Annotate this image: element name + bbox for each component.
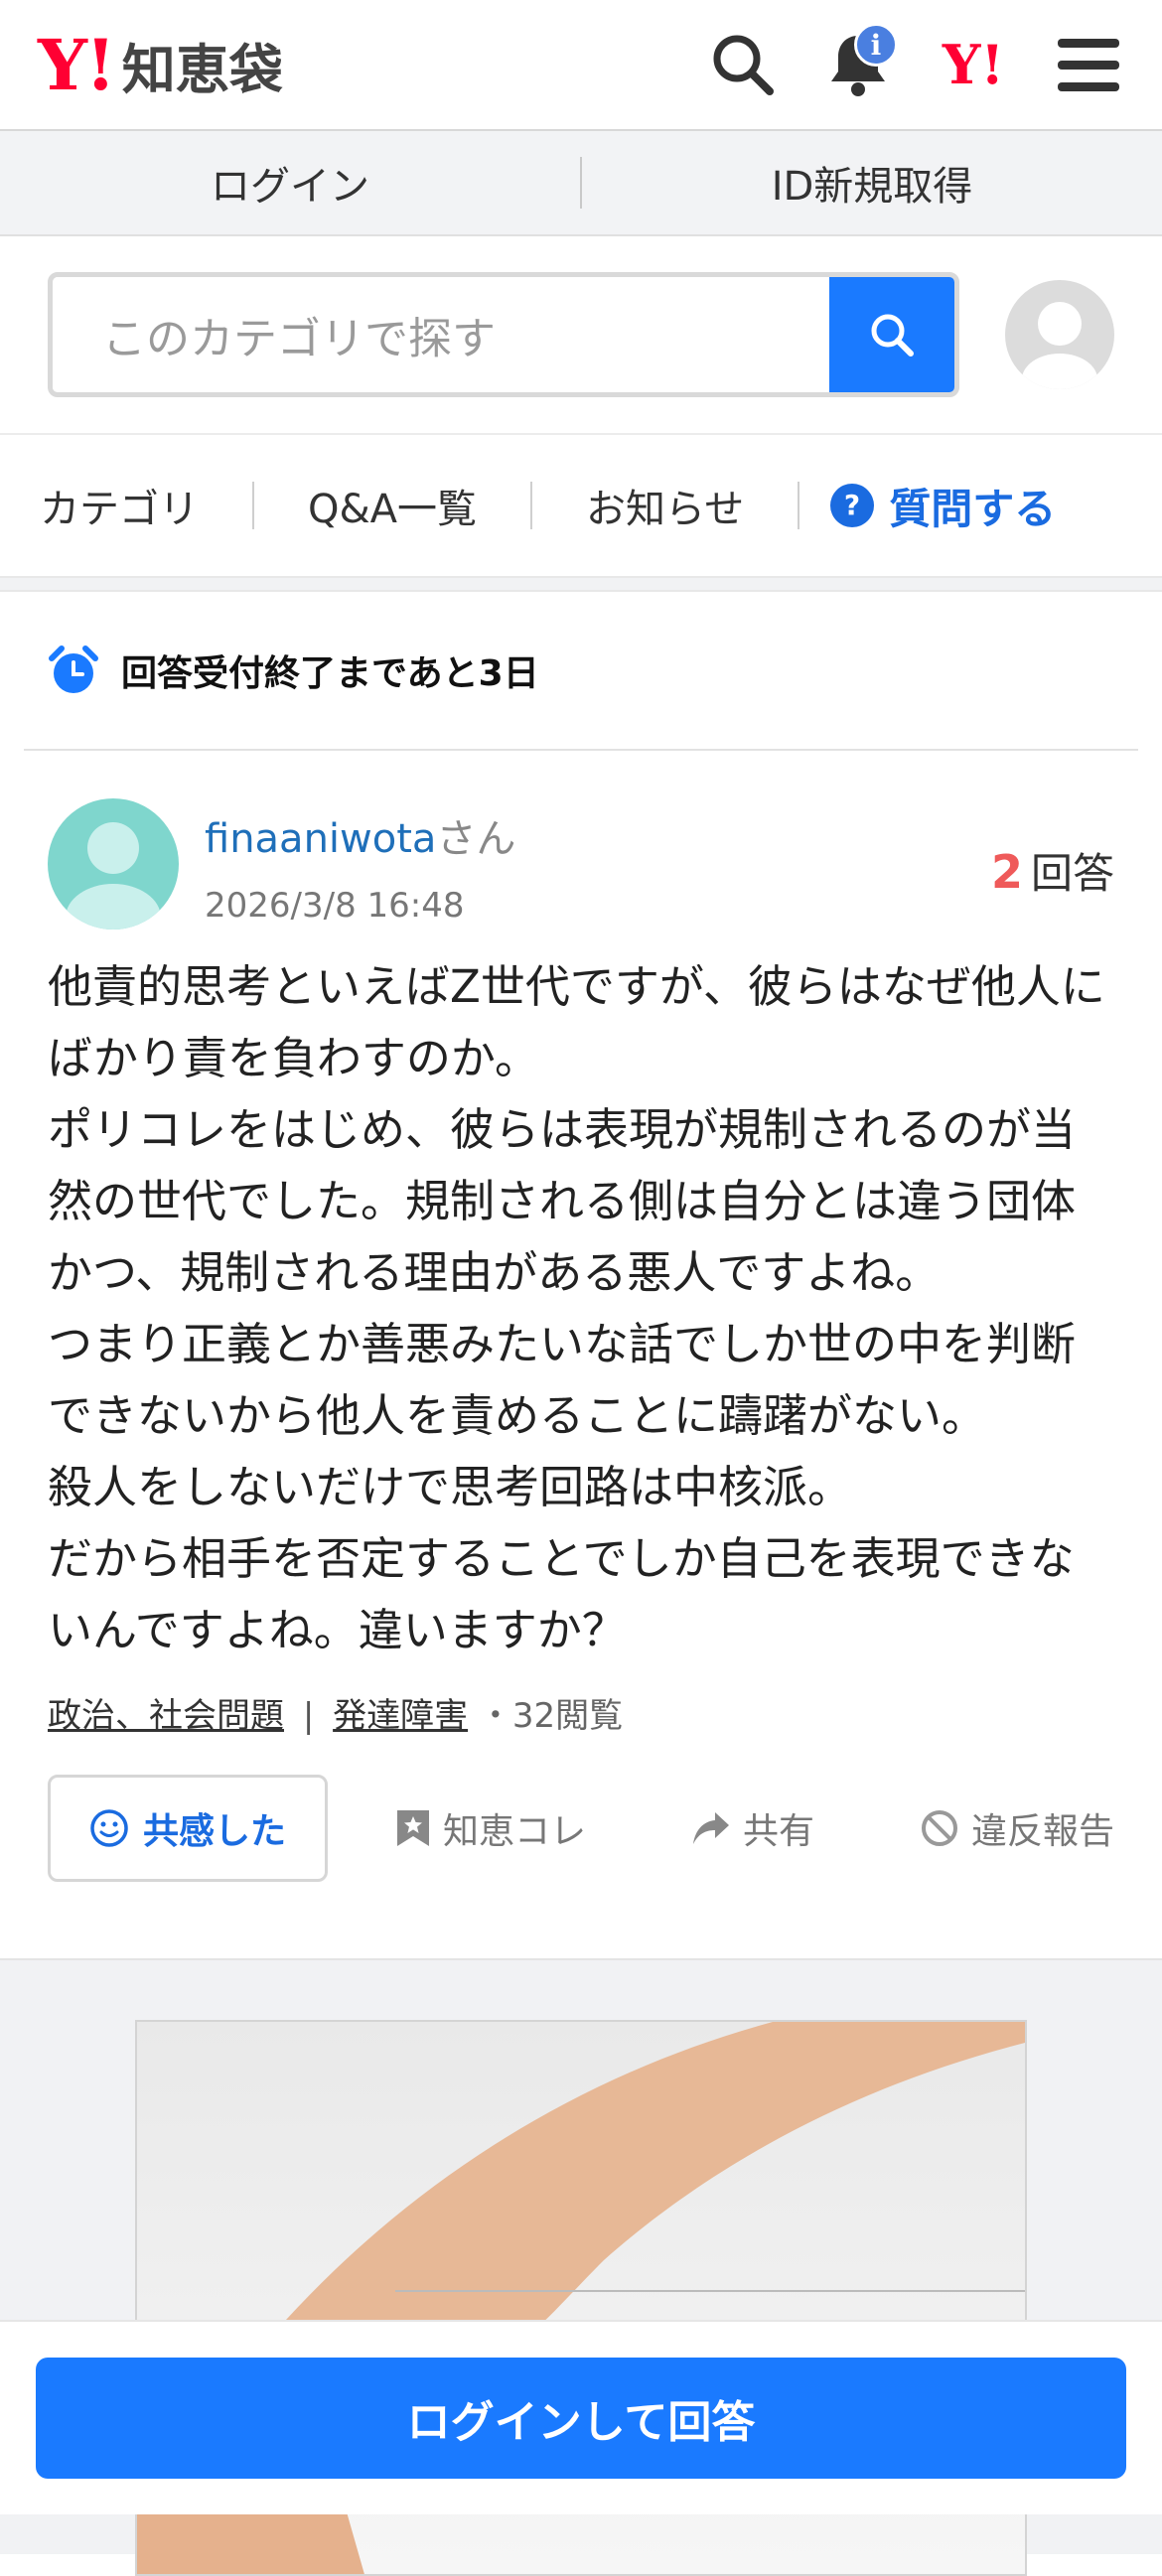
search-input[interactable]: このカテゴリで探す xyxy=(53,277,829,392)
search-button[interactable] xyxy=(829,277,954,392)
answer-count-label: 回答 xyxy=(1030,849,1114,898)
section-gap xyxy=(0,576,1162,592)
divider xyxy=(798,482,800,529)
chiebukuro-logo-text: 知恵袋 xyxy=(121,38,283,101)
share-button[interactable]: 共有 xyxy=(691,1802,814,1854)
tag-separator: | xyxy=(302,1696,315,1736)
yahoo-mark: Y! xyxy=(942,33,1005,96)
bell-icon[interactable]: i xyxy=(818,23,898,104)
view-count: ・32閲覧 xyxy=(478,1696,624,1736)
empathize-button[interactable]: 共感した xyxy=(48,1775,328,1882)
chie-kore-label: 知恵コレ xyxy=(442,1811,586,1852)
tab-category[interactable]: カテゴリ xyxy=(40,477,199,534)
register-link[interactable]: ID新規取得 xyxy=(582,154,1162,212)
deadline-text: 回答受付終了まであと3日 xyxy=(121,653,539,694)
bottom-bar: ログインして回答 xyxy=(0,2320,1162,2514)
alarm-clock-icon xyxy=(49,645,98,693)
chiebukuro-logo[interactable]: Y! 知恵袋 xyxy=(38,24,283,106)
search-icon xyxy=(871,314,914,357)
yahoo-logo: Y! xyxy=(38,23,116,106)
answer-count-number: 2 xyxy=(990,845,1023,899)
app-header: Y! 知恵袋 i Y! xyxy=(0,0,1162,131)
tag-developmental-disorder[interactable]: 発達障害 xyxy=(333,1696,468,1736)
question-header: finaaniwotaさん 2026/3/8 16:48 2 回答 xyxy=(0,751,1162,930)
report-button[interactable]: 違反報告 xyxy=(920,1802,1114,1854)
category-search-box: このカテゴリで探す xyxy=(48,272,959,397)
login-bar: ログイン ID新規取得 xyxy=(0,131,1162,236)
hamburger-menu-icon[interactable] xyxy=(1049,25,1128,104)
ask-question-label: 質問する xyxy=(889,484,1057,533)
user-avatar[interactable] xyxy=(1005,280,1114,389)
svg-text:?: ? xyxy=(844,489,860,521)
questioner-avatar[interactable] xyxy=(48,798,179,930)
user-suffix: さん xyxy=(436,816,516,862)
ask-question-button[interactable]: ? 質問する xyxy=(829,476,1056,536)
user-name[interactable]: finaaniwota xyxy=(205,816,436,862)
answer-count[interactable]: 2 回答 xyxy=(991,840,1114,901)
prohibited-icon xyxy=(921,1810,957,1846)
nav-tabs: カテゴリ Q&A一覧 お知らせ ? 質問する xyxy=(0,435,1162,576)
tab-news[interactable]: お知らせ xyxy=(586,477,744,534)
answer-deadline: 回答受付終了まであと3日 xyxy=(24,592,1138,751)
share-label: 共有 xyxy=(742,1811,814,1852)
bookmark-star-icon xyxy=(396,1810,429,1846)
tag-politics[interactable]: 政治、社会問題 xyxy=(48,1696,284,1736)
question-tags: 政治、社会問題 | 発達障害 ・32閲覧 xyxy=(0,1666,1162,1737)
report-label: 違反報告 xyxy=(970,1811,1114,1852)
yahoo-logo-icon[interactable]: Y! xyxy=(934,25,1013,104)
question-actions: 共感した 知恵コレ 共有 違反報告 xyxy=(0,1737,1162,1886)
search-row: このカテゴリで探す xyxy=(0,236,1162,435)
question-date: 2026/3/8 16:48 xyxy=(205,886,465,926)
login-link[interactable]: ログイン xyxy=(0,154,580,212)
login-to-answer-button[interactable]: ログインして回答 xyxy=(36,2358,1126,2479)
empathize-label: 共感した xyxy=(142,1811,286,1852)
smile-icon xyxy=(90,1809,128,1847)
notification-badge: i xyxy=(854,23,898,67)
questioner-name[interactable]: finaaniwotaさん xyxy=(205,806,515,864)
share-arrow-icon xyxy=(692,1812,729,1844)
question-circle-icon: ? xyxy=(830,484,875,527)
search-icon[interactable] xyxy=(703,25,783,104)
divider xyxy=(252,482,254,529)
question-body: 他責的思考といえばZ世代ですが、彼らはなぜ他人にばかり責を負わすのか。 ポリコレ… xyxy=(48,960,1105,1656)
tab-qa-list[interactable]: Q&A一覧 xyxy=(308,477,477,534)
divider xyxy=(530,482,533,529)
chie-kore-button[interactable]: 知恵コレ xyxy=(395,1802,586,1854)
